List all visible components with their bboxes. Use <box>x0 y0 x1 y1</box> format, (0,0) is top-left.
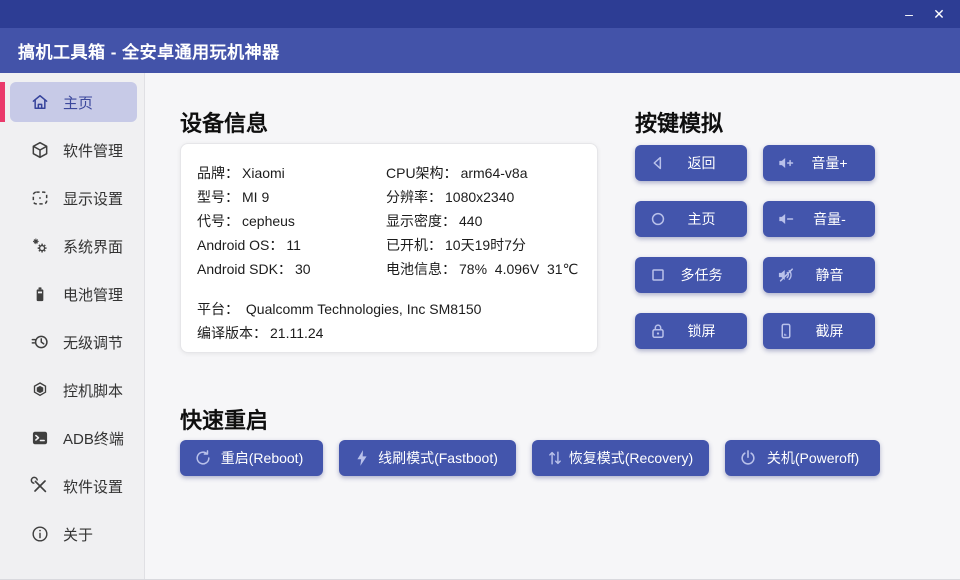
volume-up-button[interactable]: 音量+ <box>763 145 875 181</box>
main-content: 设备信息 品牌：Xiaomi 型号：MI 9 代号：cepheus Androi… <box>145 73 960 579</box>
close-button[interactable]: ✕ <box>924 0 954 28</box>
home-button[interactable]: 主页 <box>635 201 747 237</box>
device-info-right-column: CPU架构：arm64-v8a 分辨率：1080x2340 显示密度：440 已… <box>386 161 578 281</box>
tuner-clock-icon <box>30 332 50 352</box>
home-icon <box>30 92 50 112</box>
device-codename-row: 代号：cepheus <box>197 209 311 233</box>
sidebar-item-label: 软件管理 <box>63 140 123 161</box>
uptime-row: 已开机：10天19时7分 <box>386 233 578 257</box>
tools-icon <box>30 476 50 496</box>
home-circle-icon <box>648 209 668 229</box>
poweroff-icon <box>738 448 758 468</box>
sidebar-item-app-settings[interactable]: 软件设置 <box>10 466 137 506</box>
poweroff-button[interactable]: 关机(Poweroff) <box>725 440 880 476</box>
mute-icon <box>776 265 796 285</box>
sidebar-item-adb-terminal[interactable]: ADB终端 <box>10 418 137 458</box>
sidebar-item-display-settings[interactable]: 显示设置 <box>10 178 137 218</box>
window-controls-bar: – ✕ <box>0 0 960 28</box>
sidebar-item-label: 软件设置 <box>63 476 123 497</box>
battery-icon <box>30 284 50 304</box>
sidebar-item-battery[interactable]: 电池管理 <box>10 274 137 314</box>
battery-info-row: 电池信息：78% 4.096V 31℃ <box>386 257 578 281</box>
device-model-row: 型号：MI 9 <box>197 185 311 209</box>
terminal-icon <box>30 428 50 448</box>
quick-reboot-row: 重启(Reboot) 线刷模式(Fastboot) 恢复模式(Recovery)… <box>180 440 880 476</box>
sidebar-item-label: 电池管理 <box>63 284 123 305</box>
sidebar-item-system-ui[interactable]: 系统界面 <box>10 226 137 266</box>
key-simulation-grid: 返回 音量+ 主页 音量- 多任务 <box>635 145 875 349</box>
recovery-button[interactable]: 恢复模式(Recovery) <box>532 440 709 476</box>
key-simulation-heading: 按键模拟 <box>635 106 723 138</box>
mute-button[interactable]: 静音 <box>763 257 875 293</box>
gears-icon <box>30 236 50 256</box>
device-info-card: 品牌：Xiaomi 型号：MI 9 代号：cepheus Android OS：… <box>180 143 598 353</box>
selected-accent-bar <box>0 82 5 122</box>
volume-down-icon <box>776 209 796 229</box>
package-icon <box>30 140 50 160</box>
sidebar: 主页 软件管理 显示设置 系统界面 <box>0 73 145 579</box>
minimize-button[interactable]: – <box>894 0 924 28</box>
multitask-icon <box>648 265 668 285</box>
lock-icon <box>648 321 668 341</box>
info-icon <box>30 524 50 544</box>
app-title: 搞机工具箱 - 全安卓通用玩机神器 <box>18 38 280 63</box>
screenshot-button[interactable]: 截屏 <box>763 313 875 349</box>
sidebar-item-label: ADB终端 <box>63 428 124 449</box>
sidebar-item-label: 控机脚本 <box>63 380 123 401</box>
titlebar: 搞机工具箱 - 全安卓通用玩机神器 <box>0 28 960 73</box>
lock-screen-button[interactable]: 锁屏 <box>635 313 747 349</box>
hexagon-icon <box>30 380 50 400</box>
resolution-row: 分辨率：1080x2340 <box>386 185 578 209</box>
sidebar-item-label: 显示设置 <box>63 188 123 209</box>
android-sdk-row: Android SDK：30 <box>197 257 311 281</box>
volume-down-button[interactable]: 音量- <box>763 201 875 237</box>
back-button[interactable]: 返回 <box>635 145 747 181</box>
fastboot-icon <box>352 448 372 468</box>
device-info-heading: 设备信息 <box>180 106 268 138</box>
reboot-icon <box>193 448 213 468</box>
sidebar-item-label: 主页 <box>63 92 93 113</box>
app-window: – ✕ 搞机工具箱 - 全安卓通用玩机神器 主页 软件管理 <box>0 0 960 580</box>
build-version-row: 编译版本：21.11.24 <box>197 321 481 345</box>
screenshot-icon <box>776 321 796 341</box>
back-icon <box>648 153 668 173</box>
quick-reboot-heading: 快速重启 <box>180 403 268 435</box>
sidebar-item-about[interactable]: 关于 <box>10 514 137 554</box>
sidebar-item-stepless-tuning[interactable]: 无级调节 <box>10 322 137 362</box>
volume-up-icon <box>776 153 796 173</box>
cpu-arch-row: CPU架构：arm64-v8a <box>386 161 578 185</box>
platform-row: 平台： Qualcomm Technologies, Inc SM8150 <box>197 297 481 321</box>
sidebar-item-home[interactable]: 主页 <box>10 82 137 122</box>
device-info-bottom-column: 平台： Qualcomm Technologies, Inc SM8150 编译… <box>197 297 481 345</box>
sidebar-item-label: 关于 <box>63 524 93 545</box>
fastboot-button[interactable]: 线刷模式(Fastboot) <box>339 440 516 476</box>
reboot-button[interactable]: 重启(Reboot) <box>180 440 323 476</box>
recovery-icon <box>545 448 565 468</box>
android-os-row: Android OS：11 <box>197 233 311 257</box>
sidebar-item-label: 系统界面 <box>63 236 123 257</box>
sidebar-item-label: 无级调节 <box>63 332 123 353</box>
display-icon <box>30 188 50 208</box>
sidebar-item-scripts[interactable]: 控机脚本 <box>10 370 137 410</box>
device-info-left-column: 品牌：Xiaomi 型号：MI 9 代号：cepheus Android OS：… <box>197 161 311 281</box>
density-row: 显示密度：440 <box>386 209 578 233</box>
multitask-button[interactable]: 多任务 <box>635 257 747 293</box>
sidebar-item-app-manager[interactable]: 软件管理 <box>10 130 137 170</box>
device-brand-row: 品牌：Xiaomi <box>197 161 311 185</box>
